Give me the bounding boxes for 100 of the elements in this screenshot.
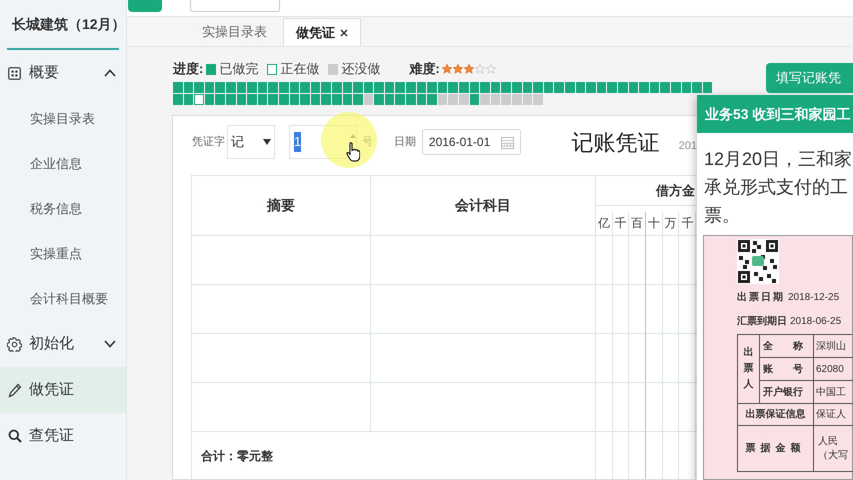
task-square[interactable] — [438, 82, 448, 93]
task-square[interactable] — [184, 94, 194, 105]
task-square[interactable] — [332, 82, 342, 93]
account-cell[interactable] — [371, 285, 596, 334]
task-square[interactable] — [395, 82, 406, 93]
task-square[interactable] — [596, 82, 606, 93]
amount-cell[interactable] — [662, 383, 680, 432]
amount-cell[interactable] — [612, 236, 630, 285]
amount-cell[interactable] — [646, 334, 663, 383]
task-square[interactable] — [576, 82, 586, 93]
task-square[interactable] — [226, 82, 236, 93]
task-square[interactable] — [522, 94, 532, 105]
amount-cell[interactable] — [679, 383, 696, 432]
tab[interactable]: 做凭证 — [283, 18, 361, 46]
amount-cell[interactable] — [646, 236, 663, 285]
task-square[interactable] — [448, 94, 458, 105]
amount-cell[interactable] — [596, 334, 613, 383]
amount-cell[interactable] — [629, 334, 646, 383]
amount-cell[interactable] — [679, 236, 696, 285]
amount-cell[interactable] — [629, 236, 646, 285]
task-square[interactable] — [628, 82, 638, 93]
task-square[interactable] — [490, 82, 500, 93]
amount-cell[interactable] — [662, 236, 680, 285]
amount-cell[interactable] — [629, 285, 646, 334]
task-square[interactable] — [204, 94, 214, 105]
task-square[interactable] — [194, 94, 204, 105]
summary-cell[interactable] — [192, 334, 371, 383]
sidebar-item[interactable]: 查凭证 — [0, 413, 126, 459]
amount-cell[interactable] — [679, 334, 696, 383]
amount-cell[interactable] — [596, 236, 613, 285]
task-square[interactable] — [490, 94, 500, 105]
task-square[interactable] — [342, 82, 352, 93]
voucher-word-select[interactable]: 记 — [227, 125, 275, 159]
amount-cell[interactable] — [646, 285, 663, 334]
task-square[interactable] — [564, 82, 575, 93]
task-square[interactable] — [278, 82, 289, 93]
task-square[interactable] — [236, 82, 246, 93]
task-square[interactable] — [310, 82, 320, 93]
summary-cell[interactable] — [192, 285, 371, 334]
sidebar-subitem[interactable]: 实操重点 — [0, 231, 126, 276]
task-square[interactable] — [416, 82, 426, 93]
amount-cell[interactable] — [612, 334, 630, 383]
account-cell[interactable] — [371, 334, 596, 383]
task-square[interactable] — [310, 94, 320, 105]
sidebar-subitem[interactable]: 会计科目概要 — [0, 276, 126, 321]
date-field[interactable]: 2016-01-01 — [422, 129, 521, 155]
sidebar-subitem[interactable]: 企业信息 — [0, 141, 126, 186]
account-cell[interactable] — [371, 383, 596, 432]
task-square[interactable] — [448, 82, 458, 93]
task-square[interactable] — [395, 94, 406, 105]
collapse-button[interactable] — [128, 0, 162, 12]
close-icon[interactable] — [340, 28, 348, 36]
task-square[interactable] — [290, 82, 300, 93]
task-square[interactable] — [384, 82, 394, 93]
amount-cell[interactable] — [596, 285, 613, 334]
dropdown-button[interactable] — [190, 0, 280, 12]
amount-cell[interactable] — [612, 285, 630, 334]
task-square[interactable] — [236, 94, 246, 105]
task-square[interactable] — [184, 82, 194, 93]
tab[interactable]: 实操目录表 — [190, 18, 279, 46]
task-square[interactable] — [204, 82, 214, 93]
task-square[interactable] — [364, 82, 374, 93]
amount-cell[interactable] — [646, 383, 663, 432]
task-square[interactable] — [278, 94, 289, 105]
task-square[interactable] — [544, 82, 554, 93]
amount-cell[interactable] — [629, 383, 646, 432]
sidebar-item[interactable]: 概要 — [0, 50, 126, 96]
digit-header: 千 — [679, 212, 696, 236]
sidebar-subitem[interactable]: 税务信息 — [0, 186, 126, 231]
task-square[interactable] — [258, 94, 268, 105]
task-square[interactable] — [682, 82, 692, 93]
task-square[interactable] — [618, 82, 628, 93]
account-cell[interactable] — [371, 236, 596, 285]
sidebar-item[interactable]: 做凭证 — [0, 367, 126, 413]
task-square[interactable] — [470, 94, 480, 105]
task-square[interactable] — [650, 82, 660, 93]
task-square[interactable] — [384, 94, 394, 105]
task-square[interactable] — [416, 94, 426, 105]
sidebar-item[interactable]: 初始化 — [0, 321, 126, 367]
summary-cell[interactable] — [192, 236, 371, 285]
task-square[interactable] — [364, 94, 374, 105]
amount-cell[interactable] — [596, 383, 613, 432]
amount-cell[interactable] — [662, 334, 680, 383]
calendar-icon[interactable] — [500, 136, 514, 148]
task-square[interactable] — [258, 82, 268, 93]
summary-cell[interactable] — [192, 383, 371, 432]
amount-cell[interactable] — [679, 285, 696, 334]
task-square[interactable] — [226, 94, 236, 105]
amount-cell[interactable] — [612, 383, 630, 432]
task-square[interactable] — [702, 82, 712, 93]
task-square[interactable] — [332, 94, 342, 105]
amount-cell[interactable] — [662, 285, 680, 334]
task-square[interactable] — [670, 82, 680, 93]
task-square[interactable] — [522, 82, 532, 93]
task-square[interactable] — [470, 82, 480, 93]
spinner-up-icon[interactable] — [350, 134, 356, 138]
sidebar-subitem[interactable]: 实操目录表 — [0, 96, 126, 141]
task-square[interactable] — [290, 94, 300, 105]
task-square[interactable] — [438, 94, 448, 105]
task-square[interactable] — [342, 94, 352, 105]
